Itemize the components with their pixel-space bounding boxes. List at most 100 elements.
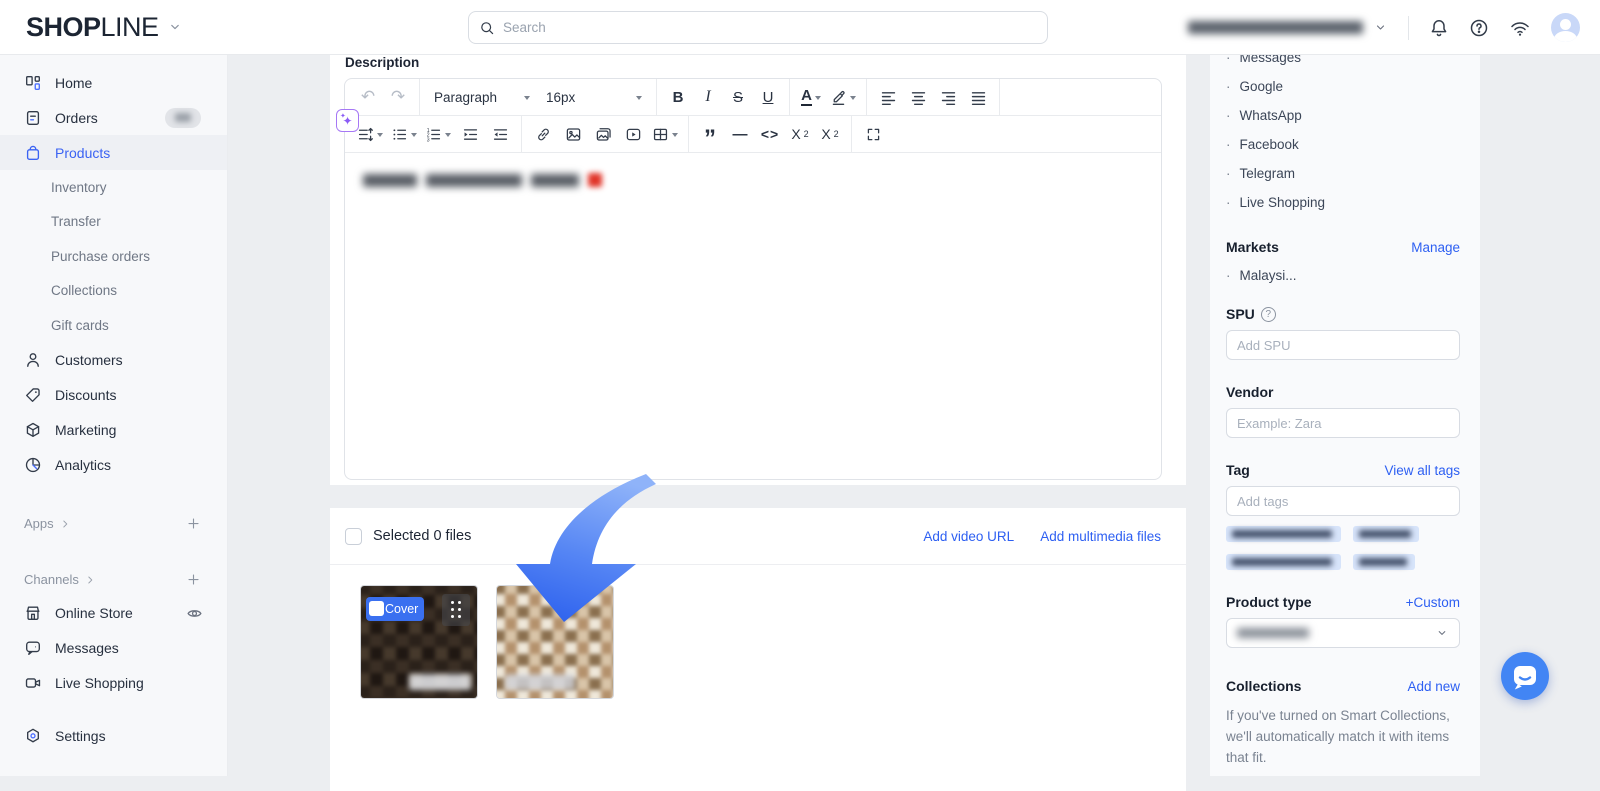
add-multimedia-files-link[interactable]: Add multimedia files xyxy=(1040,529,1161,544)
network-status-button[interactable] xyxy=(1509,18,1531,38)
sidebar-item-discounts[interactable]: Discounts xyxy=(0,378,227,413)
tag-pill[interactable] xyxy=(1353,526,1419,542)
align-right-button[interactable] xyxy=(933,83,963,111)
global-search[interactable] xyxy=(468,11,1048,44)
add-app-icon[interactable] xyxy=(186,516,201,531)
sidebar-item-purchase-orders[interactable]: Purchase orders xyxy=(0,239,227,274)
notifications-button[interactable] xyxy=(1429,18,1449,38)
caret-down-icon xyxy=(445,133,451,140)
chat-launcher-button[interactable] xyxy=(1501,652,1549,700)
manage-markets-link[interactable]: Manage xyxy=(1411,240,1460,255)
redo-button[interactable]: ↷ xyxy=(383,83,413,111)
view-all-tags-link[interactable]: View all tags xyxy=(1384,463,1460,478)
undo-button[interactable]: ↶ xyxy=(353,83,383,111)
horizontal-rule-button[interactable]: — xyxy=(725,120,755,148)
tag-pill[interactable] xyxy=(1353,554,1415,570)
sidebar-item-live-shopping[interactable]: Live Shopping xyxy=(0,666,227,701)
insert-link-button[interactable] xyxy=(528,120,558,148)
sidebar-item-online-store[interactable]: Online Store xyxy=(0,596,227,631)
drag-handle[interactable] xyxy=(442,594,470,626)
bold-button[interactable]: B xyxy=(663,83,693,111)
collections-hint: If you've turned on Smart Collections, w… xyxy=(1226,705,1468,768)
tags-input[interactable] xyxy=(1226,486,1460,516)
paragraph-style-dropdown[interactable]: Paragraph xyxy=(426,83,538,111)
blockquote-button[interactable]: ” xyxy=(695,120,725,148)
insert-gallery-button[interactable] xyxy=(588,120,618,148)
add-new-collection-link[interactable]: Add new xyxy=(1407,679,1460,694)
text-color-button[interactable]: A xyxy=(796,83,826,111)
sidebar-section-channels[interactable]: Channels xyxy=(0,564,227,596)
rail-channel-telegram[interactable]: ·Telegram xyxy=(1226,159,1460,188)
sidebar-item-products[interactable]: Products xyxy=(0,135,227,170)
caret-down-icon xyxy=(850,96,856,103)
store-visibility-toggle[interactable] xyxy=(186,605,203,622)
rail-channel-live-shopping[interactable]: ·Live Shopping xyxy=(1226,188,1460,217)
shopline-logo[interactable]: SHOPLINE xyxy=(26,12,183,43)
strikethrough-button[interactable]: S xyxy=(723,83,753,111)
question-mark: ? xyxy=(1266,309,1272,320)
rail-channel-google[interactable]: ·Google xyxy=(1226,72,1460,101)
help-button[interactable] xyxy=(1469,18,1489,38)
user-avatar[interactable] xyxy=(1551,13,1580,42)
highlight-color-button[interactable] xyxy=(826,83,860,111)
ai-assistant-button[interactable]: ✦ ✦ xyxy=(336,109,359,132)
collections-header: Collections Add new xyxy=(1226,678,1460,694)
subscript-button[interactable]: X2 xyxy=(815,120,845,148)
sidebar-item-settings[interactable]: Settings xyxy=(0,719,227,754)
select-all-checkbox[interactable] xyxy=(345,528,362,545)
italic-button[interactable]: I xyxy=(693,83,723,111)
align-center-button[interactable] xyxy=(903,83,933,111)
insert-image-button[interactable] xyxy=(558,120,588,148)
indent-button[interactable] xyxy=(455,120,485,148)
rail-channel-facebook[interactable]: ·Facebook xyxy=(1226,130,1460,159)
spu-help-icon[interactable]: ? xyxy=(1261,307,1276,322)
search-input[interactable] xyxy=(503,20,1037,35)
superscript-button[interactable]: X2 xyxy=(785,120,815,148)
custom-product-type-link[interactable]: +Custom xyxy=(1406,595,1460,610)
chevron-right-icon xyxy=(59,518,71,530)
sidebar-item-messages[interactable]: Messages xyxy=(0,631,227,666)
tag-pill[interactable] xyxy=(1226,526,1341,542)
product-type-select[interactable] xyxy=(1226,618,1460,648)
account-menu[interactable] xyxy=(1188,20,1388,35)
rail-channel-messages[interactable]: ·Messages xyxy=(1226,55,1460,72)
font-size-dropdown[interactable]: 16px xyxy=(538,83,650,111)
outdent-button[interactable] xyxy=(485,120,515,148)
rail-channel-whatsapp[interactable]: ·WhatsApp xyxy=(1226,101,1460,130)
bullet-list-button[interactable] xyxy=(387,120,421,148)
sidebar-item-marketing[interactable]: Marketing xyxy=(0,413,227,448)
align-left-button[interactable] xyxy=(873,83,903,111)
sidebar-item-analytics[interactable]: Analytics xyxy=(0,448,227,483)
image-checkbox[interactable] xyxy=(369,601,384,616)
underline-button[interactable]: U xyxy=(753,83,783,111)
add-channel-icon[interactable] xyxy=(186,572,201,587)
sidebar-item-collections[interactable]: Collections xyxy=(0,274,227,309)
sidebar-section-apps[interactable]: Apps xyxy=(0,508,227,540)
editor-content[interactable] xyxy=(345,153,1161,207)
numbered-list-button[interactable]: 123 xyxy=(421,120,455,148)
tag-pill[interactable] xyxy=(1226,554,1341,570)
bullet-icon: · xyxy=(1226,268,1231,283)
insert-table-button[interactable] xyxy=(648,120,682,148)
sidebar-item-customers[interactable]: Customers xyxy=(0,343,227,378)
align-right-icon xyxy=(940,89,957,106)
sidebar-item-gift-cards[interactable]: Gift cards xyxy=(0,308,227,343)
sidebar-item-orders[interactable]: Orders xyxy=(0,100,227,135)
vendor-header: Vendor xyxy=(1226,384,1460,400)
sidebar-item-home[interactable]: Home xyxy=(0,65,227,100)
caret-down-icon xyxy=(411,133,417,140)
home-icon xyxy=(24,74,42,92)
sidebar-item-inventory[interactable]: Inventory xyxy=(0,170,227,205)
justify-button[interactable] xyxy=(963,83,993,111)
code-button[interactable]: <> xyxy=(755,120,785,148)
insert-video-button[interactable] xyxy=(618,120,648,148)
sidebar-item-transfer[interactable]: Transfer xyxy=(0,205,227,240)
add-video-url-link[interactable]: Add video URL xyxy=(923,529,1014,544)
market-item-malaysia[interactable]: ·Malaysi... xyxy=(1226,261,1460,290)
spu-input[interactable] xyxy=(1226,330,1460,360)
analytics-pie-icon xyxy=(24,456,42,474)
product-image-cover[interactable]: Cover xyxy=(360,585,478,699)
product-image-2[interactable] xyxy=(496,585,614,699)
fullscreen-button[interactable] xyxy=(858,120,888,148)
vendor-input[interactable] xyxy=(1226,408,1460,438)
